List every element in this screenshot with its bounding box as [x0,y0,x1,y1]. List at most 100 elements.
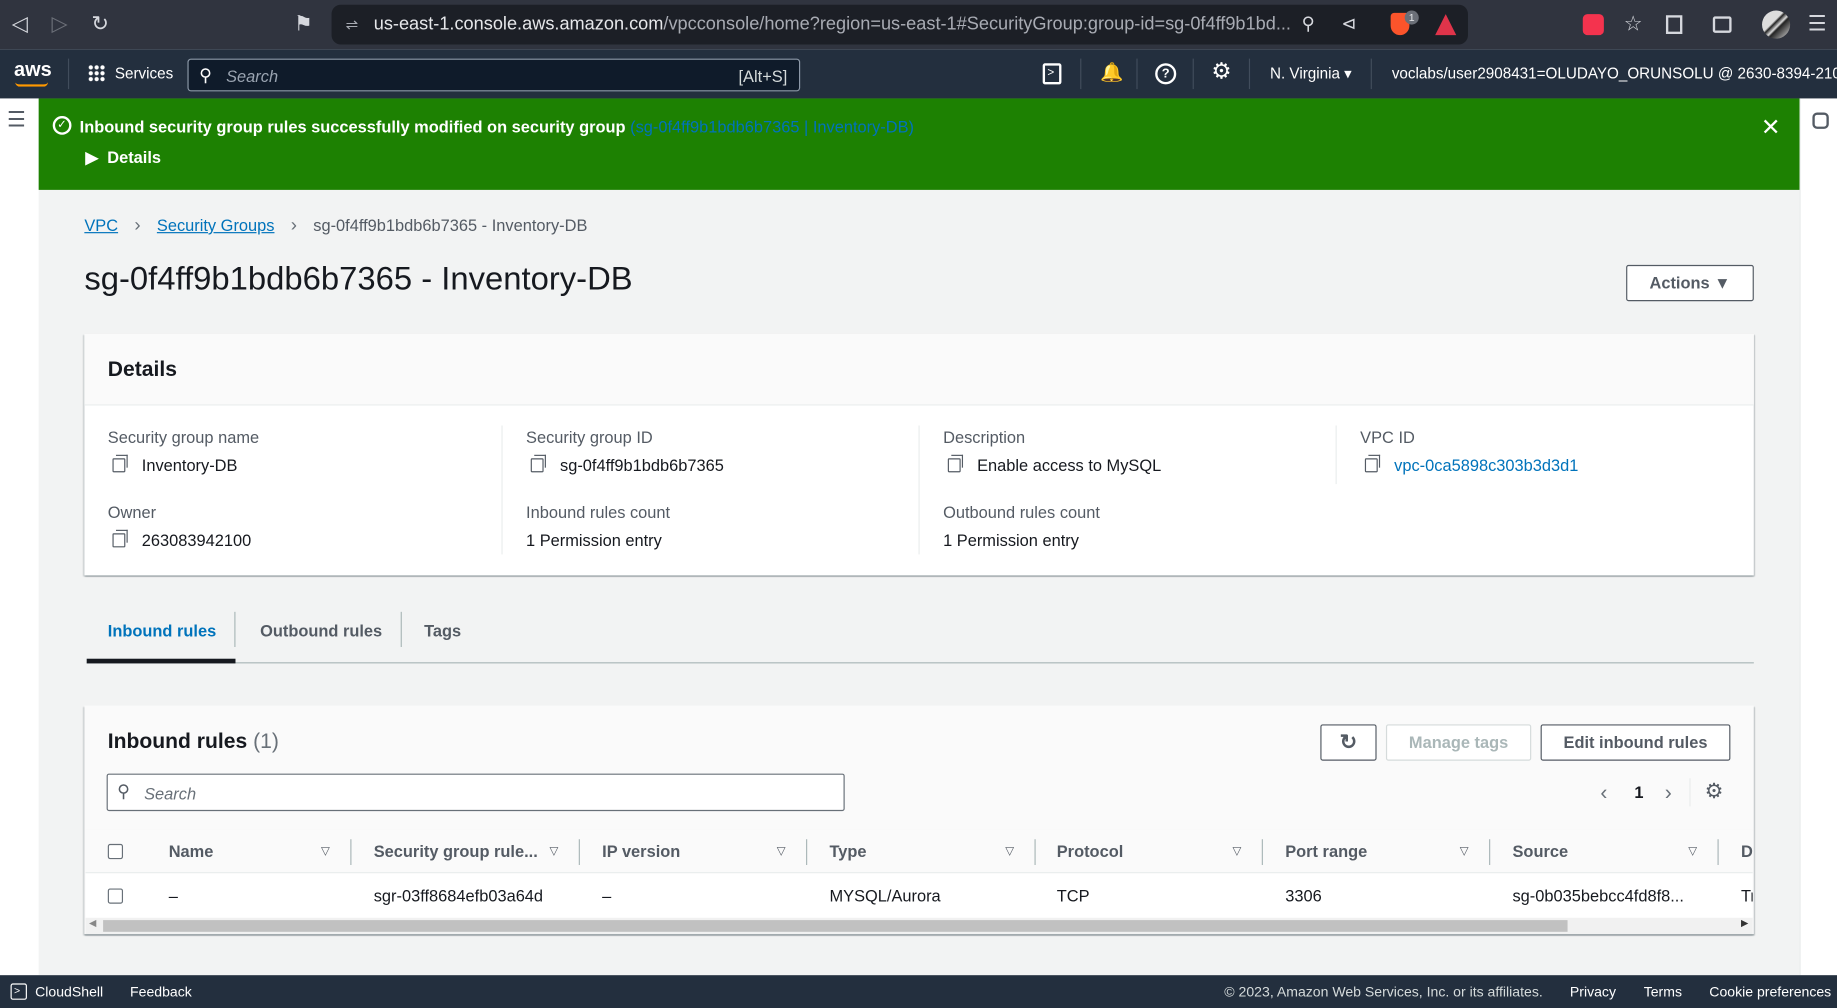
back-icon[interactable]: ◁ [12,12,28,37]
forward-icon[interactable]: ▷ [52,12,68,37]
footer-cookie-preferences[interactable]: Cookie preferences [1709,983,1831,999]
sort-icon[interactable]: ▽ [1232,845,1241,858]
vpc-id-value: vpc-0ca5898c303b3d3d1 [1364,454,1578,475]
cloudshell-icon[interactable]: > [1042,63,1062,85]
info-panel-icon[interactable] [1812,112,1829,129]
footer-feedback[interactable]: Feedback [130,983,192,999]
left-nav-rail: ☰ [0,98,39,976]
region-selector[interactable]: N. Virginia ▾ [1270,64,1352,83]
copy-icon[interactable] [530,454,546,473]
edit-inbound-rules-button[interactable]: Edit inbound rules [1540,724,1731,761]
cell-rule-id: sgr-03ff8684efb03a64d [373,886,544,905]
sort-icon[interactable]: ▽ [1460,845,1469,858]
column-header-rule-id[interactable]: Security group rule... [374,842,538,861]
cloudshell-icon[interactable]: > [10,983,27,1000]
footer-terms[interactable]: Terms [1644,983,1682,999]
aws-logo[interactable]: aws [14,59,52,82]
copy-icon[interactable] [112,454,128,473]
cell-protocol: TCP [1056,886,1090,905]
scrollbar-thumb[interactable] [103,920,1568,932]
tabs-divider [86,662,1754,664]
sort-icon[interactable]: ▽ [1688,845,1697,858]
table-preferences-gear-icon[interactable]: ⚙ [1705,779,1724,804]
footer-cloudshell[interactable]: CloudShell [35,983,103,999]
row-checkbox[interactable] [107,888,124,904]
help-icon[interactable]: ? [1155,63,1177,85]
security-group-id-value: sg-0f4ff9b1bdb6b7365 [530,454,724,475]
breadcrumb-security-groups[interactable]: Security Groups [157,216,275,235]
extension-icon[interactable] [1582,14,1604,36]
rules-search-input[interactable]: ⚲ Search [106,773,845,812]
tab-inbound-rules[interactable]: Inbound rules [108,621,216,640]
bookmark-icon[interactable]: ⚑ [294,12,313,37]
account-label: voclabs/user2908431=OLUDAYO_ORUNSOLU @ 2… [1391,64,1837,83]
shields-badge: 1 [1404,10,1419,25]
settings-gear-icon[interactable]: ⚙ [1211,59,1231,86]
account-menu[interactable]: voclabs/user2908431=OLUDAYO_ORUNSOLU @ 2… [1392,64,1837,83]
chevron-right-icon: › [290,215,297,236]
address-bar[interactable]: ⇌ us-east-1.console.aws.amazon.com/vpcco… [331,4,1468,45]
breadcrumb: VPC › Security Groups › sg-0f4ff9b1bdb6b… [84,216,587,237]
scroll-left-icon[interactable]: ◀ [89,918,96,929]
profile-avatar[interactable] [1762,10,1791,39]
column-header-description[interactable]: De [1741,842,1753,861]
column-header-port-range[interactable]: Port range [1285,842,1367,861]
refresh-button[interactable]: ↻ [1320,724,1377,761]
banner-security-group-link[interactable]: (sg-0f4ff9b1bdb6b7365 | Inventory-DB) [630,117,914,136]
outbound-rules-count-value: 1 Permission entry [943,530,1079,550]
copy-icon[interactable] [947,454,964,473]
banner-details-toggle[interactable]: ▶ Details [86,148,162,168]
field-label: Outbound rules count [943,502,1100,522]
manage-tags-button[interactable]: Manage tags [1385,724,1532,761]
tab-outbound-rules[interactable]: Outbound rules [260,621,382,640]
breadcrumb-current: sg-0f4ff9b1bdb6b7365 - Inventory-DB [313,215,588,235]
value-text: Inventory-DB [141,455,238,475]
footer-copyright: © 2023, Amazon Web Services, Inc. or its… [1224,983,1543,1000]
sort-icon[interactable]: ▽ [777,845,786,858]
previous-page-icon[interactable]: ‹ [1600,781,1607,806]
column-header-type[interactable]: Type [829,842,866,861]
scroll-right-icon[interactable]: ▶ [1741,918,1748,929]
footer-privacy[interactable]: Privacy [1570,983,1616,999]
services-menu[interactable]: Services [115,64,173,82]
page-number[interactable]: 1 [1634,783,1643,802]
site-settings-icon[interactable]: ⇌ [346,5,359,45]
notifications-bell-icon[interactable]: 🔔 [1100,61,1123,84]
value-text: Enable access to MySQL [977,455,1162,475]
copy-icon[interactable] [112,529,128,548]
close-icon[interactable]: ✕ [1761,113,1781,142]
zoom-icon[interactable]: ⚲ [1302,5,1315,45]
services-grid-icon[interactable] [87,64,106,83]
rules-count: (1) [253,729,279,753]
actions-button[interactable]: Actions ▼ [1626,264,1754,302]
menu-icon[interactable]: ☰ [1808,12,1827,37]
extensions-icon[interactable]: ☆ [1624,12,1643,37]
brave-rewards-icon[interactable] [1435,14,1457,36]
select-all-checkbox[interactable] [107,843,124,860]
column-header-name[interactable]: Name [169,842,214,861]
sort-icon[interactable]: ▽ [1005,845,1014,858]
sort-icon[interactable]: ▽ [549,845,558,858]
field-label: Security group name [107,427,260,447]
vpc-id-link[interactable]: vpc-0ca5898c303b3d3d1 [1394,456,1578,475]
cell-description: Tr [1740,886,1753,905]
hamburger-menu-icon[interactable]: ☰ [7,108,26,133]
region-label: N. Virginia [1269,64,1340,83]
global-search-input[interactable]: ⚲ Search [Alt+S] [187,58,801,92]
column-header-ip-version[interactable]: IP version [602,842,680,861]
tab-tags[interactable]: Tags [424,621,461,640]
breadcrumb-vpc[interactable]: VPC [84,216,118,235]
column-header-source[interactable]: Source [1512,842,1568,861]
sidebar-icon[interactable] [1665,15,1683,34]
column-header-protocol[interactable]: Protocol [1057,842,1124,861]
wallet-icon[interactable] [1712,16,1732,33]
success-flash-banner: ✓ Inbound security group rules successfu… [38,98,1800,190]
reload-icon[interactable]: ↻ [91,12,109,37]
share-icon[interactable]: ⊲ [1341,5,1356,45]
search-icon: ⚲ [117,781,131,802]
next-page-icon[interactable]: › [1665,781,1672,806]
horizontal-scrollbar[interactable]: ◀ ▶ [85,917,1753,935]
copy-icon[interactable] [1364,454,1381,473]
sort-icon[interactable]: ▽ [321,845,330,858]
cell-ip-version: – [602,886,612,905]
